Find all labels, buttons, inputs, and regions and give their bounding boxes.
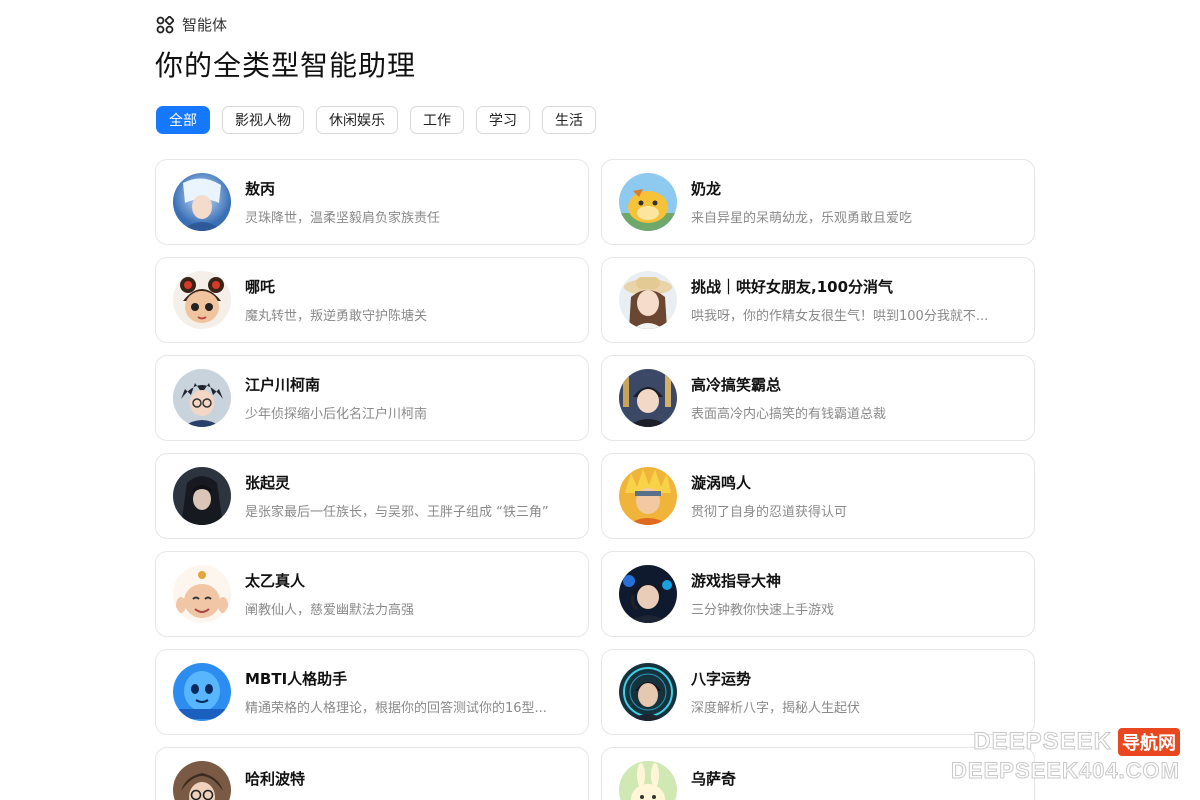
agent-card[interactable]: MBTI人格助手 精通荣格的人格理论，根据你的回答测试你的16型... <box>155 649 589 735</box>
agent-avatar <box>619 565 677 623</box>
agent-card[interactable]: 太乙真人 阐教仙人，慈爱幽默法力高强 <box>155 551 589 637</box>
agent-avatar <box>173 761 231 800</box>
watermark-badge: 导航网 <box>1118 728 1180 756</box>
agents-grid-icon <box>156 15 174 33</box>
tab-life[interactable]: 生活 <box>542 106 596 134</box>
agent-description: 深度解析八字，揭秘人生起伏 <box>691 701 861 716</box>
agent-card[interactable]: 奶龙 来自异星的呆萌幼龙，乐观勇敢且爱吃 <box>601 159 1035 245</box>
section-label-text: 智能体 <box>182 16 228 34</box>
agent-name: 高冷搞笑霸总 <box>691 376 782 394</box>
agent-name: 挑战｜哄好女朋友,100分消气 <box>691 278 894 296</box>
agent-card[interactable]: 高冷搞笑霸总 表面高冷内心搞笑的有钱霸道总裁 <box>601 355 1035 441</box>
agent-avatar <box>619 173 677 231</box>
watermark-brand: DEEPSEEK <box>973 728 1112 756</box>
agent-name: MBTI人格助手 <box>245 670 348 688</box>
site-watermark: DEEPSEEK 导航网 DEEPSEEK404.COM <box>951 728 1180 784</box>
agent-card[interactable]: 八字运势 深度解析八字，揭秘人生起伏 <box>601 649 1035 735</box>
tab-film-characters[interactable]: 影视人物 <box>222 106 304 134</box>
agent-card[interactable]: 漩涡鸣人 贯彻了自身的忍道获得认可 <box>601 453 1035 539</box>
agent-description: 来自异星的呆萌幼龙，乐观勇敢且爱吃 <box>691 211 913 226</box>
agent-name: 江户川柯南 <box>245 376 321 394</box>
category-tabs: 全部 影视人物 休闲娱乐 工作 学习 生活 <box>156 106 596 134</box>
agent-avatar <box>173 271 231 329</box>
agent-name: 哪吒 <box>245 278 276 296</box>
section-label: 智能体 <box>156 14 227 35</box>
agent-description: 三分钟教你快速上手游戏 <box>691 603 835 618</box>
agent-description: 是张家最后一任族长，与吴邪、王胖子组成 “铁三角” <box>245 505 549 520</box>
agent-avatar <box>619 271 677 329</box>
agent-card[interactable]: 挑战｜哄好女朋友,100分消气 哄我呀，你的作精女友很生气！哄到100分我就不.… <box>601 257 1035 343</box>
agent-avatar <box>173 369 231 427</box>
agent-name: 奶龙 <box>691 180 722 198</box>
agent-name: 太乙真人 <box>245 572 306 590</box>
agent-card[interactable]: 敖丙 灵珠降世，温柔坚毅肩负家族责任 <box>155 159 589 245</box>
tab-study[interactable]: 学习 <box>476 106 530 134</box>
agent-name: 张起灵 <box>245 474 291 492</box>
agent-card[interactable]: 张起灵 是张家最后一任族长，与吴邪、王胖子组成 “铁三角” <box>155 453 589 539</box>
agent-avatar <box>619 663 677 721</box>
agent-description: 阐教仙人，慈爱幽默法力高强 <box>245 603 415 618</box>
agent-name: 哈利波特 <box>245 770 306 788</box>
agent-avatar <box>173 565 231 623</box>
agent-avatar <box>619 467 677 525</box>
agent-name: 漩涡鸣人 <box>691 474 752 492</box>
agent-name: 游戏指导大神 <box>691 572 782 590</box>
agent-card[interactable]: 游戏指导大神 三分钟教你快速上手游戏 <box>601 551 1035 637</box>
agent-description: 灵珠降世，温柔坚毅肩负家族责任 <box>245 211 441 226</box>
tab-entertainment[interactable]: 休闲娱乐 <box>316 106 398 134</box>
agent-card[interactable]: 哈利波特 … <box>155 747 589 800</box>
agent-name: 敖丙 <box>245 180 276 198</box>
tab-all[interactable]: 全部 <box>156 106 210 134</box>
agent-description: 少年侦探缩小后化名江户川柯南 <box>245 407 428 422</box>
agent-description: 贯彻了自身的忍道获得认可 <box>691 505 848 520</box>
watermark-domain: DEEPSEEK404.COM <box>951 758 1180 784</box>
tab-work[interactable]: 工作 <box>410 106 464 134</box>
agent-description: 表面高冷内心搞笑的有钱霸道总裁 <box>691 407 887 422</box>
agent-avatar <box>173 663 231 721</box>
agent-card[interactable]: 江户川柯南 少年侦探缩小后化名江户川柯南 <box>155 355 589 441</box>
agent-description: 哄我呀，你的作精女友很生气！哄到100分我就不... <box>691 309 989 324</box>
agent-card[interactable]: 哪吒 魔丸转世，叛逆勇敢守护陈塘关 <box>155 257 589 343</box>
agent-description: 魔丸转世，叛逆勇敢守护陈塘关 <box>245 309 428 324</box>
agent-name: 八字运势 <box>691 670 752 688</box>
agent-avatar <box>173 173 231 231</box>
agent-avatar <box>173 467 231 525</box>
agent-card-grid: 敖丙 灵珠降世，温柔坚毅肩负家族责任 奶龙 来自异星的呆萌幼龙，乐观勇敢且爱吃 … <box>155 159 1035 800</box>
agent-avatar <box>619 369 677 427</box>
page-title: 你的全类型智能助理 <box>155 49 417 82</box>
agent-avatar <box>619 761 677 800</box>
agent-description: 精通荣格的人格理论，根据你的回答测试你的16型... <box>245 701 547 716</box>
